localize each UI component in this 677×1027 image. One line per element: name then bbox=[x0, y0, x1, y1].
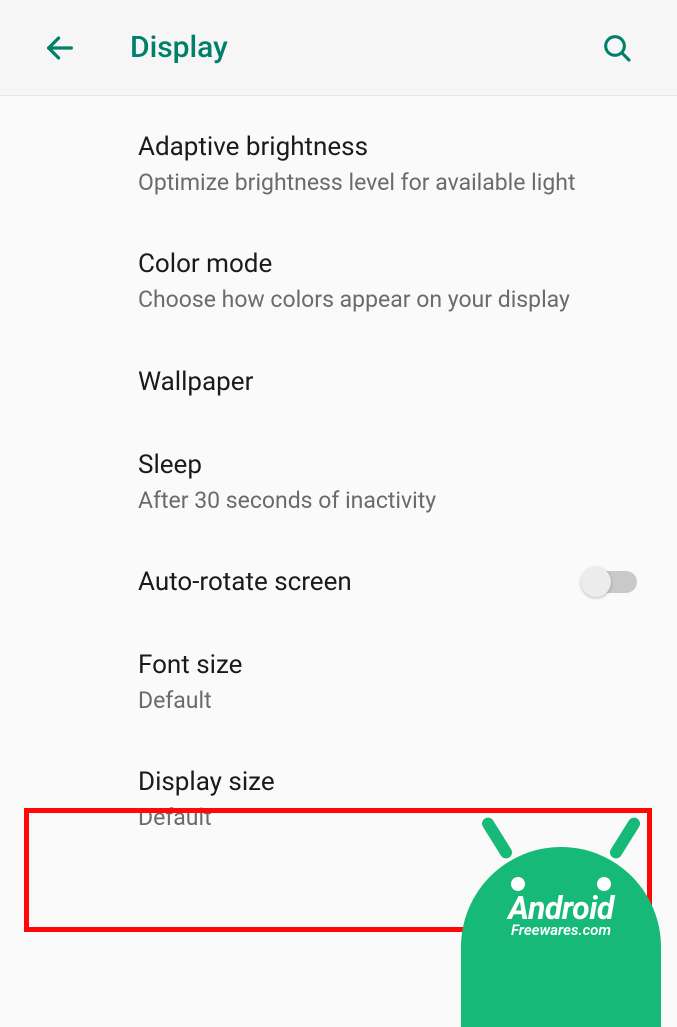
setting-subtitle: Default bbox=[138, 685, 637, 717]
setting-title: Adaptive brightness bbox=[138, 130, 637, 165]
setting-display-size[interactable]: Display size Default bbox=[0, 741, 677, 858]
setting-text: Font size Default bbox=[138, 648, 637, 717]
setting-text: Wallpaper bbox=[138, 365, 637, 400]
logo-text-sub: Freewares.com bbox=[461, 921, 661, 939]
setting-wallpaper[interactable]: Wallpaper bbox=[0, 341, 677, 424]
setting-title: Display size bbox=[138, 765, 637, 800]
setting-text: Auto-rotate screen bbox=[138, 565, 563, 600]
setting-text: Color mode Choose how colors appear on y… bbox=[138, 247, 637, 316]
app-bar: Display bbox=[0, 0, 677, 96]
setting-subtitle: Default bbox=[138, 802, 637, 834]
setting-title: Font size bbox=[138, 648, 637, 683]
toggle-thumb bbox=[581, 567, 611, 597]
setting-text: Sleep After 30 seconds of inactivity bbox=[138, 448, 637, 517]
back-arrow-icon bbox=[43, 31, 77, 65]
settings-list: Adaptive brightness Optimize brightness … bbox=[0, 96, 677, 859]
setting-subtitle: After 30 seconds of inactivity bbox=[138, 485, 637, 517]
setting-adaptive-brightness[interactable]: Adaptive brightness Optimize brightness … bbox=[0, 106, 677, 223]
setting-subtitle: Optimize brightness level for available … bbox=[138, 167, 637, 199]
setting-text: Adaptive brightness Optimize brightness … bbox=[138, 130, 637, 199]
setting-sleep[interactable]: Sleep After 30 seconds of inactivity bbox=[0, 424, 677, 541]
back-button[interactable] bbox=[38, 26, 82, 70]
logo-text-main: Android bbox=[461, 889, 661, 927]
setting-font-size[interactable]: Font size Default bbox=[0, 624, 677, 741]
setting-title: Auto-rotate screen bbox=[138, 565, 563, 600]
search-button[interactable] bbox=[595, 26, 639, 70]
setting-auto-rotate[interactable]: Auto-rotate screen bbox=[0, 541, 677, 624]
android-head-icon: Android Freewares.com bbox=[461, 847, 661, 1027]
setting-title: Sleep bbox=[138, 448, 637, 483]
auto-rotate-toggle[interactable] bbox=[583, 571, 637, 593]
android-eye-icon bbox=[597, 877, 611, 891]
android-eye-icon bbox=[511, 877, 525, 891]
page-title: Display bbox=[130, 30, 228, 65]
setting-text: Display size Default bbox=[138, 765, 637, 834]
setting-color-mode[interactable]: Color mode Choose how colors appear on y… bbox=[0, 223, 677, 340]
setting-subtitle: Choose how colors appear on your display bbox=[138, 284, 637, 316]
setting-title: Color mode bbox=[138, 247, 637, 282]
setting-title: Wallpaper bbox=[138, 365, 637, 400]
search-icon bbox=[601, 32, 633, 64]
